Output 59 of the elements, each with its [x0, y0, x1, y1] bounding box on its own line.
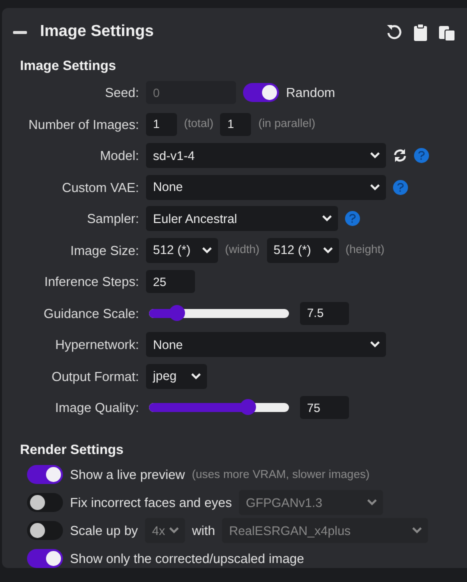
field-label: Image Size:: [69, 242, 139, 258]
field-label: Hypernetwork:: [54, 337, 139, 352]
field-label: Number of Images:: [27, 116, 139, 132]
hint-text: (width): [225, 244, 260, 256]
select-dropdown[interactable]: Euler Ancestral: [146, 206, 338, 232]
input-field[interactable]: 75: [300, 396, 349, 420]
toggle-switch[interactable]: [27, 549, 63, 568]
chevron-icon: [168, 527, 179, 534]
chevron-icon: [202, 246, 212, 254]
select-dropdown[interactable]: sd-v1-4: [146, 143, 386, 168]
select-dropdown[interactable]: jpeg: [146, 364, 207, 389]
chevron-icon: [370, 341, 380, 348]
field-label: Inference Steps:: [43, 274, 139, 290]
field-label: Custom VAE:: [60, 180, 139, 195]
chevron-icon: [412, 527, 422, 534]
field-label: Guidance Scale:: [42, 306, 139, 321]
hint-text: (in parallel): [258, 118, 316, 130]
chevron-icon: [191, 372, 201, 380]
hint-text: (total): [184, 118, 214, 130]
chevron-icon: [322, 215, 332, 222]
toggle-switch[interactable]: [27, 465, 63, 484]
option-label: Scale up by: [70, 523, 138, 538]
help-icon[interactable]: [414, 148, 429, 164]
toggle-switch[interactable]: [243, 83, 279, 102]
input-field[interactable]: 25: [146, 270, 195, 294]
section-heading: Render Settings: [19, 440, 125, 459]
input-field[interactable]: 1: [146, 112, 177, 136]
field-label: Output Format:: [50, 368, 139, 384]
select-dropdown[interactable]: 512 (*): [266, 238, 339, 263]
chevron-icon: [366, 499, 377, 506]
option-label: Show only the corrected/upscaled image: [70, 551, 304, 566]
chevron-icon: [322, 246, 333, 254]
help-icon[interactable]: [393, 180, 408, 195]
panel-title: Image Settings: [40, 23, 155, 41]
toggle-switch[interactable]: [27, 493, 63, 512]
option-label: Fix incorrect faces and eyes: [70, 495, 232, 510]
select-dropdown[interactable]: 512 (*): [146, 238, 218, 263]
toggle-label: Random: [286, 85, 336, 100]
chevron-icon: [370, 184, 380, 191]
reset-icon[interactable]: [386, 24, 402, 40]
section-heading: Image Settings: [19, 57, 118, 75]
toggle-switch[interactable]: [27, 521, 63, 540]
select-dropdown[interactable]: None: [146, 174, 386, 200]
option-label: Show a live preview: [70, 467, 185, 482]
refresh-icon[interactable]: [393, 149, 407, 162]
input-field[interactable]: 7.5: [300, 302, 349, 325]
chevron-icon: [370, 152, 380, 160]
select-dropdown[interactable]: None: [146, 332, 386, 358]
hint-text: (uses more VRAM, slower images): [192, 468, 370, 480]
paste-icon[interactable]: [439, 24, 455, 40]
option-label: with: [192, 523, 216, 538]
input-field[interactable]: 1: [220, 112, 252, 136]
hint-text: (height): [346, 244, 385, 256]
help-icon[interactable]: [345, 211, 360, 226]
clipboard-icon[interactable]: [414, 24, 427, 40]
field-label: Model:: [98, 148, 139, 164]
field-label: Seed:: [104, 85, 139, 100]
field-label: Image Quality:: [54, 400, 139, 416]
field-label: Sampler:: [86, 211, 139, 226]
